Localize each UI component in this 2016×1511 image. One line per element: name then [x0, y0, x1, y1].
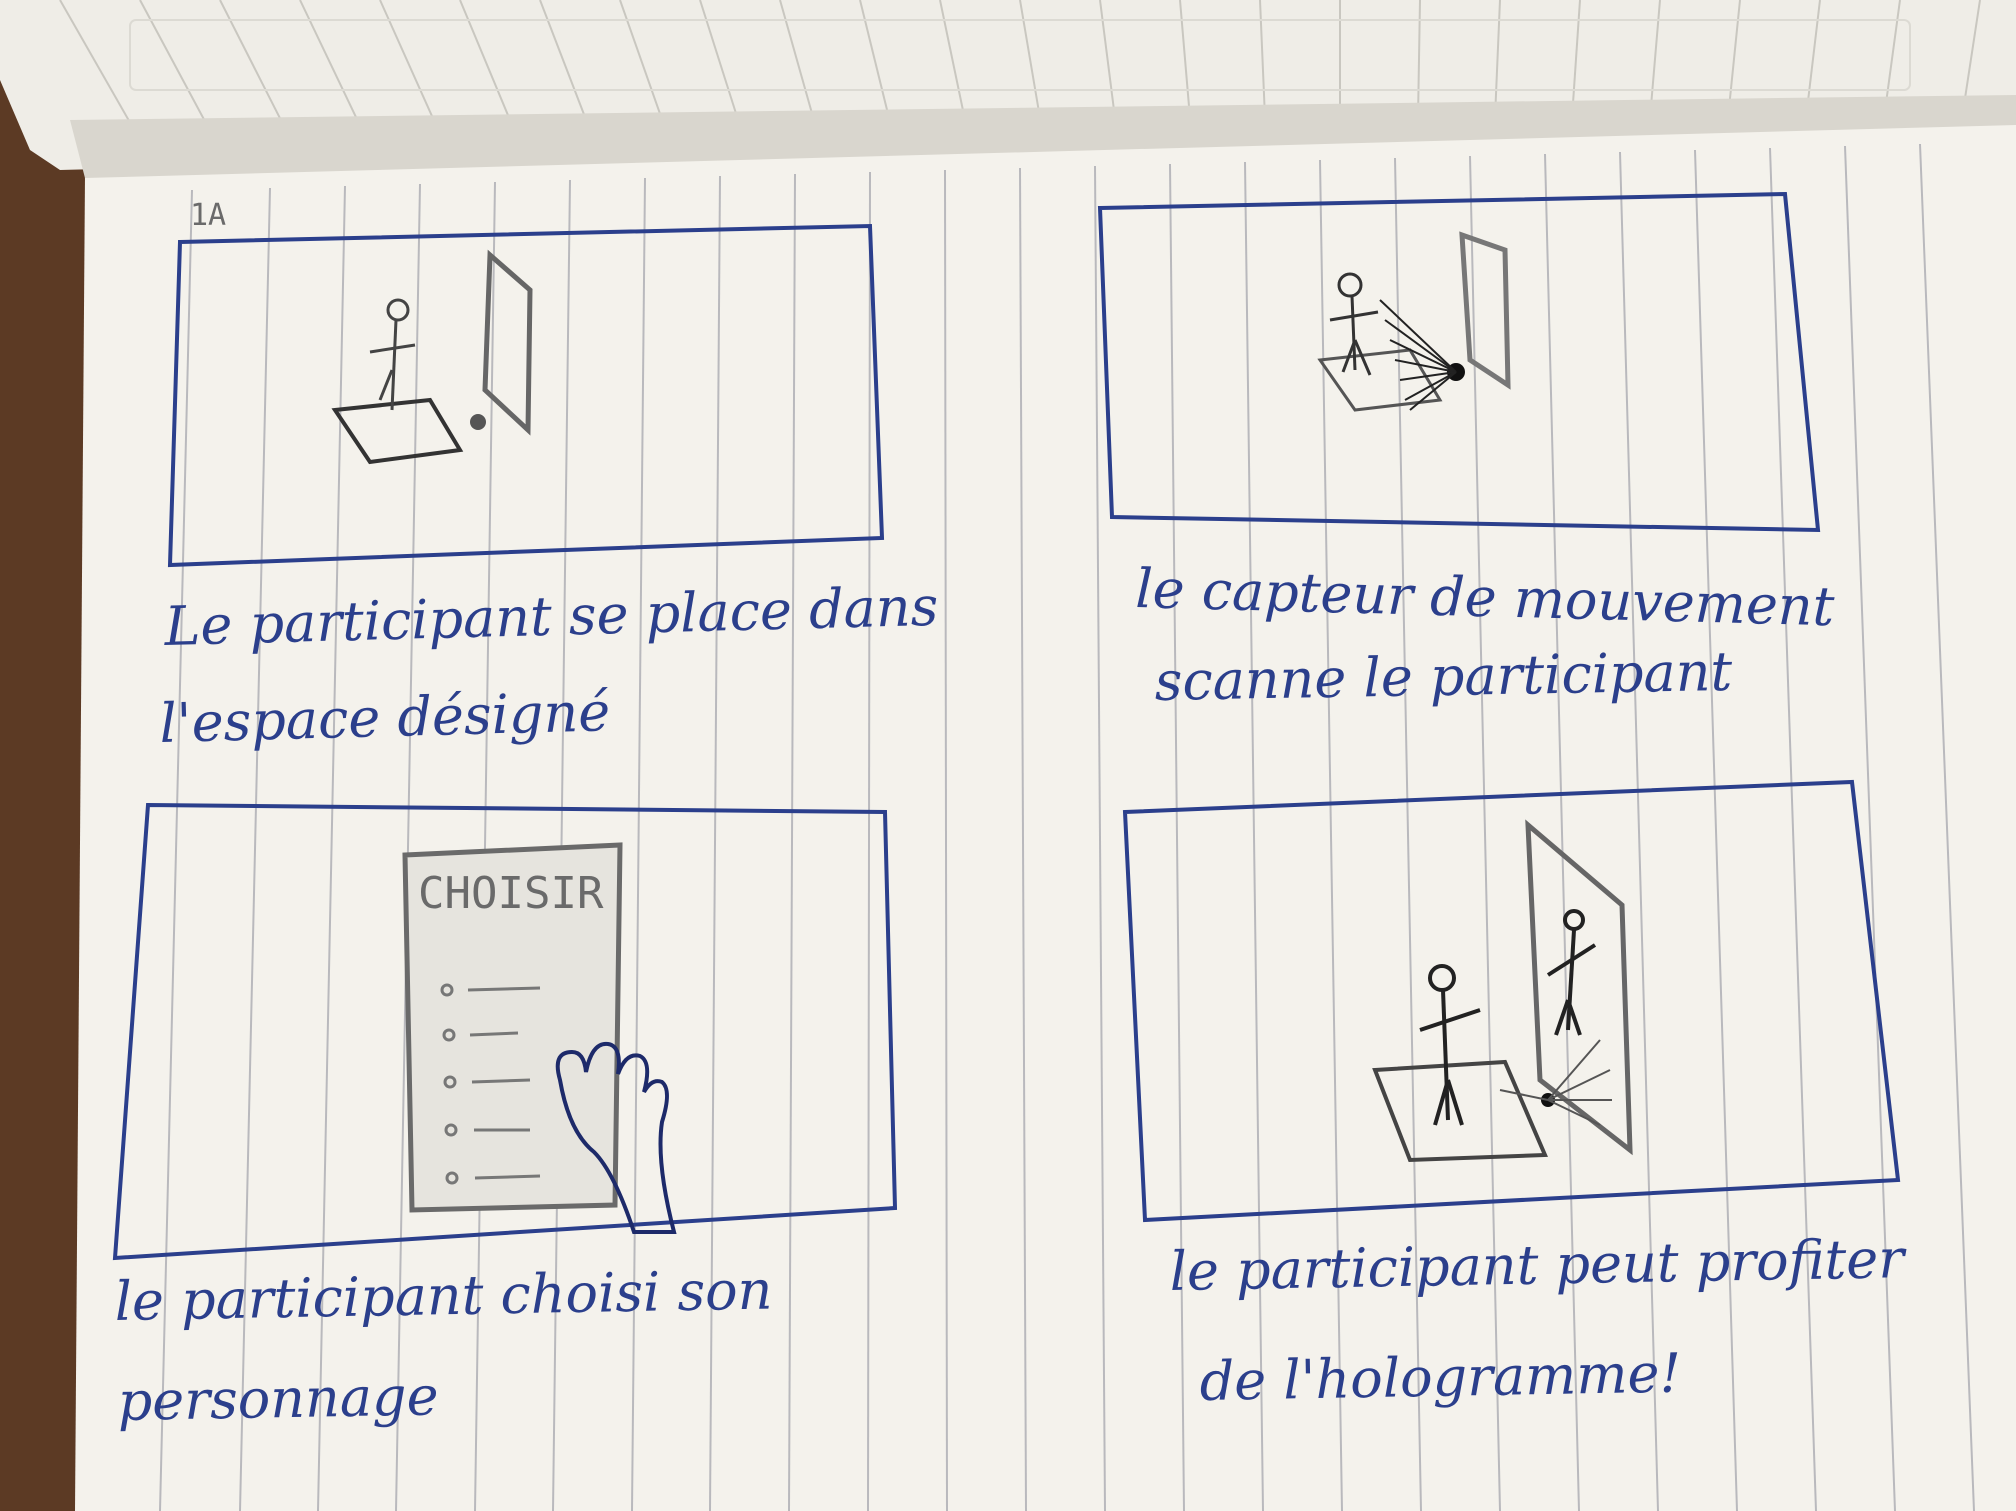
- panel-3-caption-line-2: personnage: [117, 1364, 439, 1433]
- panel-2-caption-line-2: scanne le participant: [1154, 640, 1733, 713]
- menu-title: CHOISIR: [418, 868, 604, 919]
- page-label: 1A: [190, 198, 226, 233]
- panel-3-caption-line-1: le participant choisi son: [114, 1259, 773, 1333]
- panel-1-caption-line-2: l'espace désigné: [159, 680, 611, 755]
- notebook-svg: 1A Le participant se place dans l'espace…: [0, 0, 2016, 1511]
- panel-4-caption-line-2: de l'hologramme!: [1199, 1342, 1682, 1413]
- notebook-photo: 1A Le participant se place dans l'espace…: [0, 0, 2016, 1511]
- panel-4-caption-line-1: le participant peut profiter: [1169, 1227, 1908, 1303]
